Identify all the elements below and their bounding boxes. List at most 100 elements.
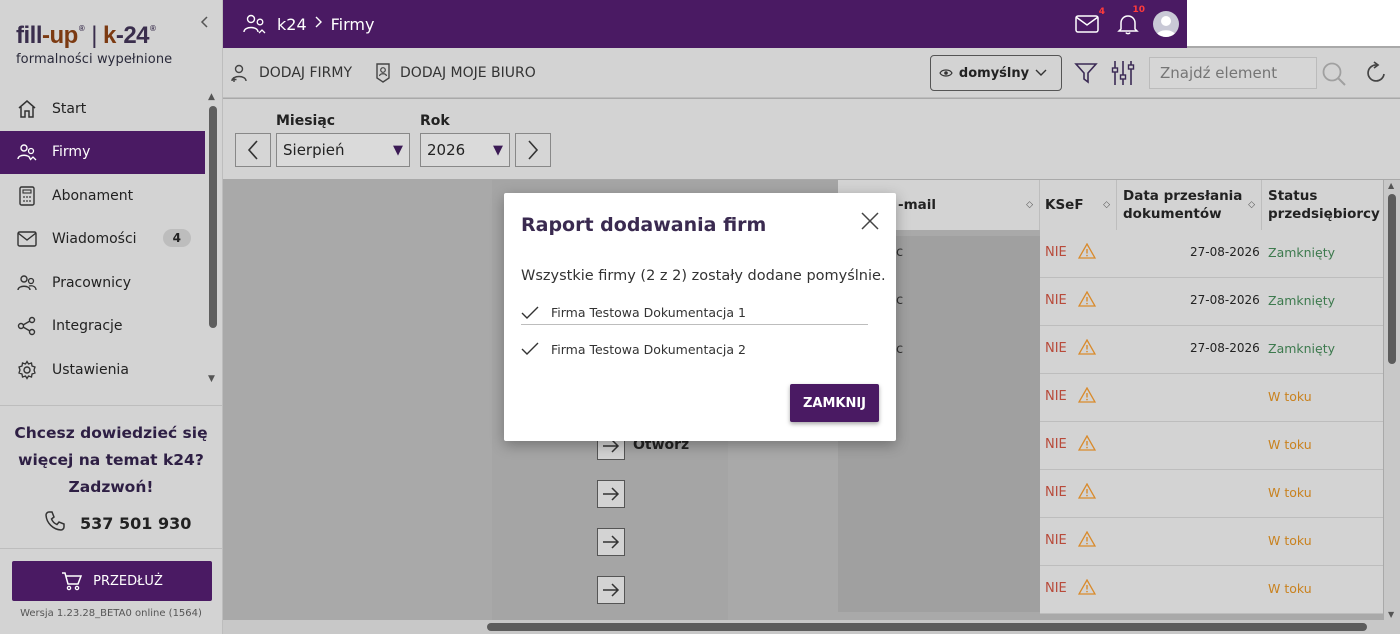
- unread-badge: 4: [162, 228, 191, 247]
- toolbar: DODAJ FIRMY DODAJ MOJE BIURO domyślny: [223, 48, 1400, 98]
- table-row[interactable]: NIE W toku: [1040, 518, 1383, 566]
- phone-icon: [44, 510, 66, 536]
- logo-wordmark: fill - up ® | k -24 ®: [16, 22, 156, 49]
- sidebar-scrollbar[interactable]: ▲ ▼: [207, 92, 219, 384]
- collapse-sidebar-icon[interactable]: [200, 16, 208, 32]
- scroll-down-icon[interactable]: ▼: [1388, 610, 1394, 619]
- scroll-down-icon[interactable]: ▼: [208, 374, 215, 384]
- table-row[interactable]: NIE W toku: [1040, 422, 1383, 470]
- sidebar-item-label: Pracownicy: [52, 274, 131, 291]
- scroll-up-icon[interactable]: ▲: [1388, 181, 1394, 190]
- sidebar-item-wiadomosci[interactable]: Wiadomości 4: [0, 218, 205, 262]
- warning-icon: [1077, 482, 1097, 503]
- search-input[interactable]: [1149, 57, 1317, 89]
- arrow-right-icon: [603, 583, 620, 597]
- avatar[interactable]: [1153, 11, 1179, 37]
- table-row[interactable]: NIE W toku: [1040, 470, 1383, 518]
- sort-icon[interactable]: ◇: [1248, 201, 1255, 210]
- table-vertical-scrollbar[interactable]: ▲ ▼: [1384, 180, 1400, 620]
- top-bar-right: [1187, 0, 1400, 46]
- extend-subscription-button[interactable]: PRZEDŁUŻ: [12, 561, 212, 601]
- email-cell: c: [896, 293, 904, 308]
- dropdown-arrow-icon: ▼: [493, 142, 503, 158]
- eye-icon: [939, 69, 953, 77]
- refresh-icon[interactable]: [1365, 61, 1389, 89]
- scrollbar-thumb[interactable]: [209, 106, 217, 328]
- logo[interactable]: fill - up ® | k -24 ® formalności wypełnione: [16, 22, 172, 67]
- sidebar-item-pracownicy[interactable]: Pracownicy: [0, 261, 205, 305]
- table-row[interactable]: NIE 27-08-2026 Zamknięty: [1040, 326, 1383, 374]
- warning-icon: [1077, 578, 1097, 599]
- sort-icon[interactable]: ◇: [1103, 201, 1110, 210]
- mail-icon: [1075, 15, 1099, 33]
- filter-icon[interactable]: [1074, 61, 1098, 89]
- top-bar: k24 Firmy 4 10: [223, 0, 1187, 48]
- add-my-office-button[interactable]: DODAJ MOJE BIURO: [374, 62, 536, 83]
- close-dialog-button[interactable]: ZAMKNIJ: [790, 384, 879, 422]
- sidebar-item-label: Start: [52, 100, 87, 117]
- column-header-status[interactable]: Status przedsiębiorcy: [1262, 180, 1383, 230]
- table-row[interactable]: NIE W toku: [1040, 566, 1383, 614]
- warning-icon: [1077, 338, 1097, 359]
- sidebar-item-start[interactable]: Start: [0, 87, 205, 131]
- list-item: Firma Testowa Dokumentacja 2: [521, 337, 868, 361]
- dialog-message: Wszystkie firmy (2 z 2) zostały dodane p…: [521, 268, 886, 284]
- previous-month-button[interactable]: [235, 133, 271, 167]
- add-user-icon: [231, 64, 247, 82]
- table-row[interactable]: NIE 27-08-2026 Zamknięty: [1040, 278, 1383, 326]
- open-company-button[interactable]: [597, 480, 625, 508]
- breadcrumb-root[interactable]: k24: [277, 15, 307, 34]
- warning-icon: [1077, 530, 1097, 551]
- sidebar-item-label: Abonament: [52, 187, 134, 204]
- sidebar-item-label: Ustawienia: [52, 361, 129, 378]
- home-icon: [16, 98, 38, 120]
- column-header-date[interactable]: Data przesłania dokumentów ◇: [1117, 180, 1262, 230]
- sidebar-item-firmy[interactable]: Firmy: [0, 130, 205, 174]
- promo-text: Chcesz dowiedzieć się więcej na temat k2…: [14, 424, 208, 496]
- scroll-up-icon[interactable]: ▲: [208, 92, 215, 102]
- user-icon: [1156, 16, 1176, 37]
- scrollbar-thumb[interactable]: [1388, 194, 1396, 364]
- share-icon: [16, 315, 38, 337]
- open-company-button[interactable]: [597, 576, 625, 604]
- sidebar-item-label: Integracje: [52, 318, 123, 335]
- month-label: Miesiąc: [276, 113, 336, 129]
- sort-icon[interactable]: ◇: [1026, 201, 1033, 210]
- list-item: Firma Testowa Dokumentacja 1: [521, 301, 868, 325]
- columns-settings-icon[interactable]: [1111, 60, 1135, 90]
- sidebar-item-ustawienia[interactable]: Ustawienia: [0, 348, 205, 392]
- add-companies-button[interactable]: DODAJ FIRMY: [231, 63, 352, 83]
- next-month-button[interactable]: [515, 133, 551, 167]
- sidebar-item-abonament[interactable]: Abonament: [0, 174, 205, 218]
- view-select[interactable]: domyślny: [930, 55, 1062, 91]
- period-selector: Miesiąc Sierpień ▼ Rok 2026 ▼: [223, 99, 1400, 179]
- people-icon: [16, 272, 38, 294]
- sidebar-item-integracje[interactable]: Integracje: [0, 305, 205, 349]
- table-row[interactable]: NIE 27-08-2026 Zamknięty: [1040, 230, 1383, 278]
- chevron-down-icon: [1035, 69, 1047, 76]
- scrollbar-thumb[interactable]: [487, 623, 1367, 631]
- notifications-button[interactable]: 10: [1117, 5, 1147, 35]
- breadcrumb: k24 Firmy: [243, 13, 374, 35]
- phone-number[interactable]: 537 501 930: [44, 510, 191, 536]
- table-horizontal-scrollbar[interactable]: [223, 620, 1400, 634]
- year-select[interactable]: 2026 ▼: [420, 133, 510, 167]
- top-icons: 4 10: [1075, 0, 1187, 48]
- add-companies-report-dialog: Raport dodawania firm Wszystkie firmy (2…: [504, 193, 896, 441]
- month-select[interactable]: Sierpień ▼: [276, 133, 410, 167]
- year-label: Rok: [420, 113, 450, 129]
- warning-icon: [1077, 290, 1097, 311]
- messages-button[interactable]: 4: [1075, 7, 1107, 33]
- arrow-right-icon: [603, 487, 620, 501]
- open-company-button[interactable]: [597, 528, 625, 556]
- search-icon[interactable]: [1321, 61, 1347, 91]
- mail-count-badge: 4: [1096, 7, 1107, 17]
- sidebar-item-label: Firmy: [52, 144, 91, 161]
- arrow-right-icon: [603, 535, 620, 549]
- close-icon[interactable]: [860, 211, 880, 235]
- mail-icon: [16, 228, 38, 250]
- table-row[interactable]: NIE W toku: [1040, 374, 1383, 422]
- email-cell: c: [896, 245, 904, 260]
- warning-icon: [1077, 434, 1097, 455]
- column-header-ksef[interactable]: KSeF ◇: [1040, 180, 1117, 230]
